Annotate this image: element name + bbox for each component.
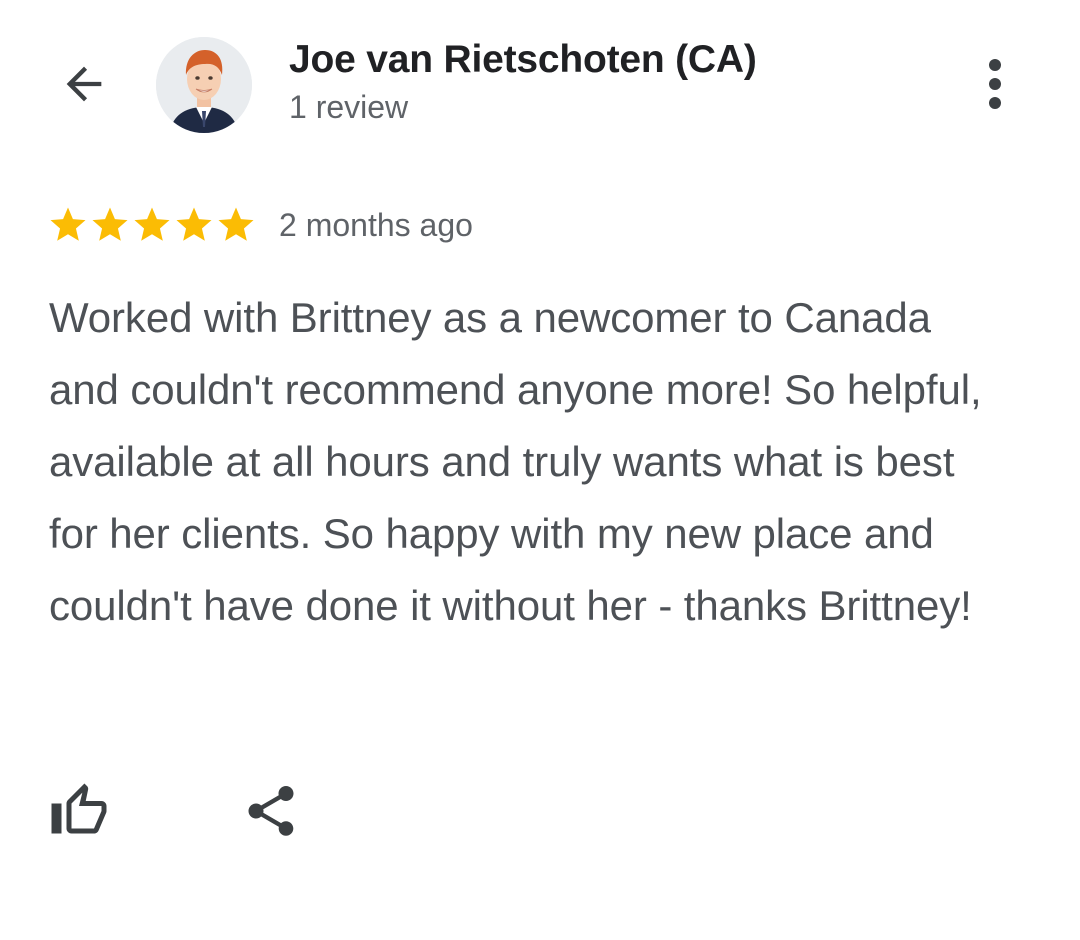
back-button[interactable]: [56, 56, 112, 112]
star-rating: [47, 204, 257, 246]
rating-row: 2 months ago: [47, 203, 473, 247]
review-actions: [48, 780, 302, 842]
share-button[interactable]: [240, 780, 302, 842]
thumb-up-icon: [51, 783, 107, 834]
like-button[interactable]: [48, 780, 110, 842]
star-icon: [176, 207, 212, 241]
star-icon: [218, 207, 254, 241]
more-options-button[interactable]: [970, 56, 1020, 112]
profile-photo: [156, 37, 252, 133]
review-time: 2 months ago: [279, 207, 473, 243]
avatar[interactable]: [156, 37, 252, 133]
more-vert-icon: [989, 59, 1001, 109]
reviewer-name[interactable]: Joe van Rietschoten (CA): [289, 36, 757, 84]
star-icon: [50, 207, 86, 241]
star-icon: [134, 207, 170, 241]
review-count: 1 review: [289, 89, 409, 125]
review-text: Worked with Brittney as a newcomer to Ca…: [49, 294, 982, 629]
share-icon: [248, 786, 294, 836]
arrow-left-icon: [66, 66, 102, 102]
star-icon: [92, 207, 128, 241]
